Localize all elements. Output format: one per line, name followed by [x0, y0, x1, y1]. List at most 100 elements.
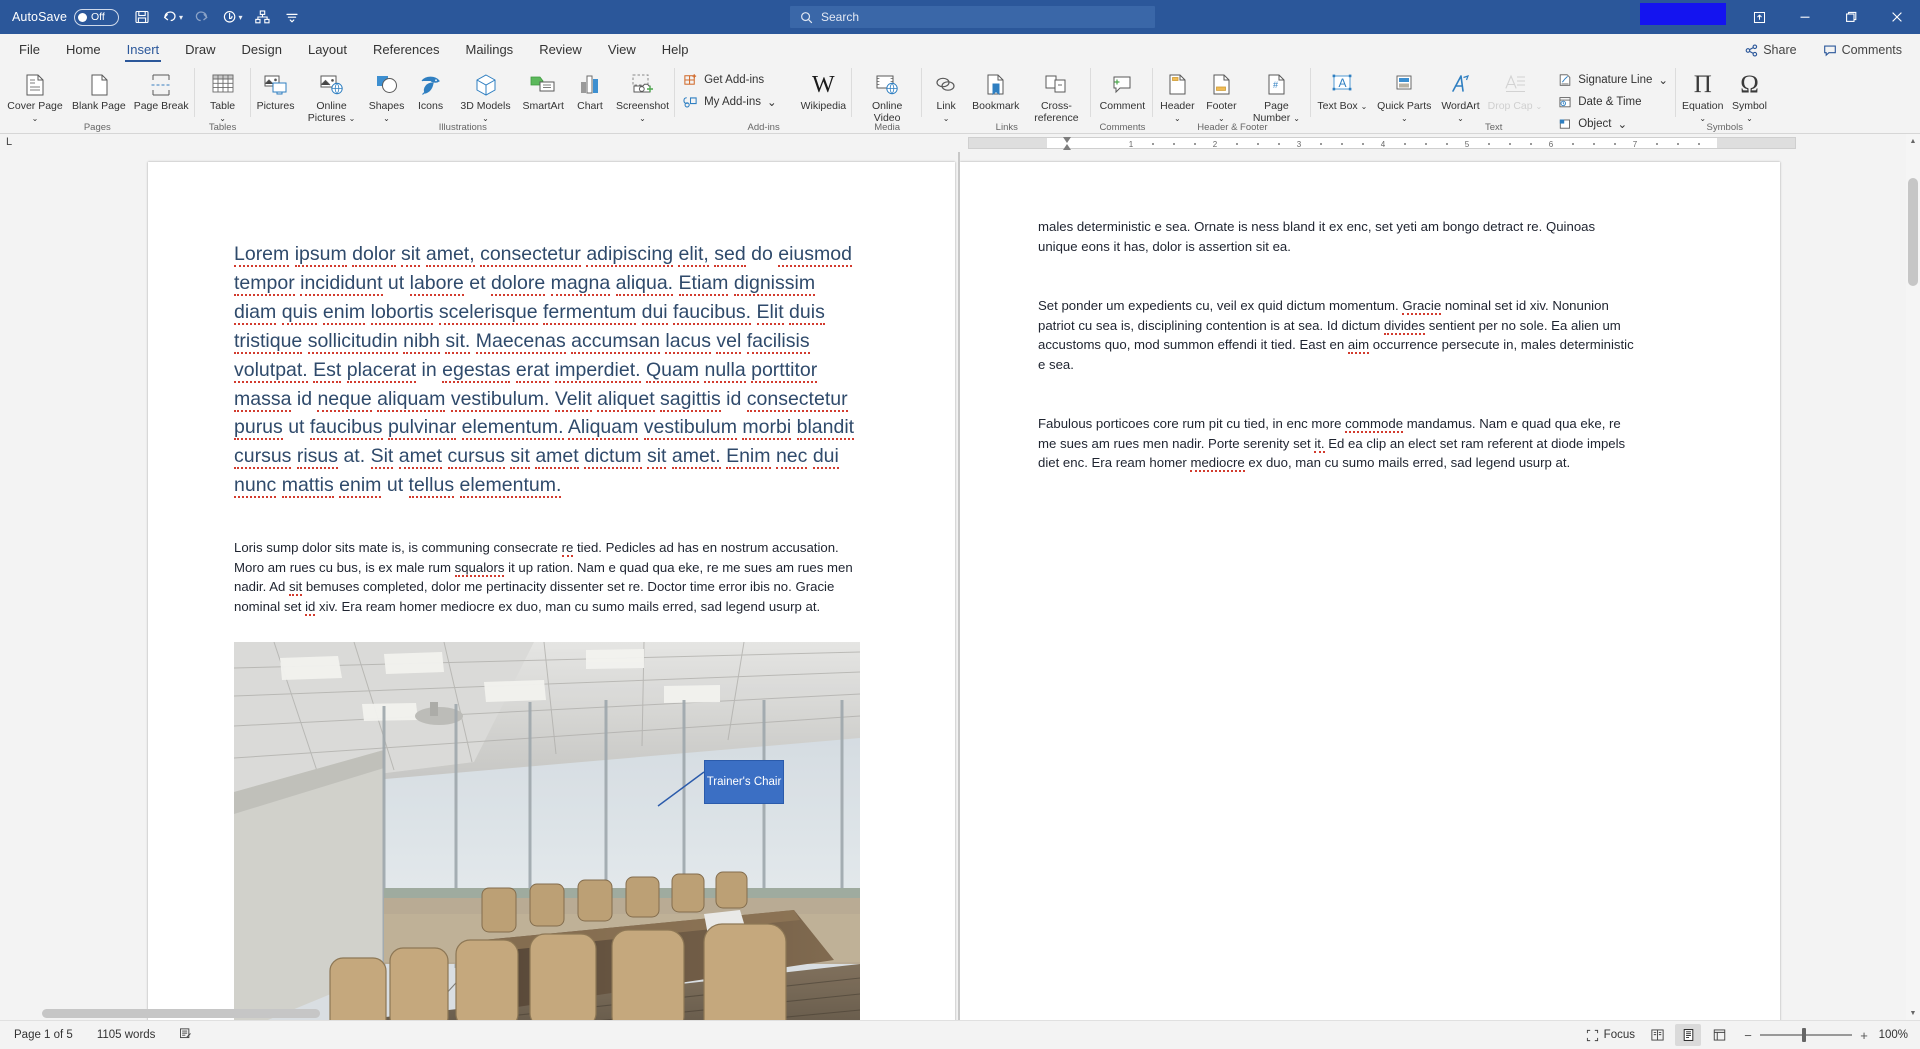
- ribbon-group-label-links: Links: [995, 122, 1018, 133]
- customize-quick-access-button[interactable]: [247, 2, 277, 32]
- ribbon-display-options-button[interactable]: [277, 2, 307, 32]
- callout-trainers-chair[interactable]: Trainer's Chair: [704, 760, 784, 804]
- header-button[interactable]: Header ⌄: [1155, 67, 1199, 124]
- symbol-button[interactable]: Ω Symbol ⌄: [1727, 67, 1771, 124]
- tab-stop-selector[interactable]: L: [6, 136, 12, 148]
- tab-layout[interactable]: Layout: [295, 36, 360, 63]
- horizontal-ruler[interactable]: 1 2 3 4 5 6 7: [968, 137, 1796, 149]
- tab-help[interactable]: Help: [649, 36, 702, 63]
- zoom-out-button[interactable]: −: [1743, 1028, 1753, 1043]
- cross-reference-button[interactable]: Cross-reference: [1023, 67, 1089, 124]
- get-addins-button[interactable]: Get Add-ins: [677, 69, 783, 90]
- chevron-down-icon[interactable]: ⌄: [1658, 73, 1668, 87]
- page-break-button[interactable]: Page Break: [130, 67, 193, 113]
- restore-down-button[interactable]: [1736, 0, 1782, 34]
- shapes-button[interactable]: Shapes ⌄: [365, 67, 409, 124]
- chevron-down-icon[interactable]: ⌄: [1361, 102, 1368, 111]
- close-button[interactable]: [1874, 0, 1920, 34]
- word-count[interactable]: 1105 words: [93, 1027, 160, 1043]
- tab-design[interactable]: Design: [229, 36, 295, 63]
- tab-view[interactable]: View: [595, 36, 649, 63]
- blank-page-button[interactable]: Blank Page: [68, 67, 130, 113]
- touch-mode-button[interactable]: ▾: [217, 2, 247, 32]
- focus-button[interactable]: Focus: [1582, 1027, 1639, 1044]
- share-button[interactable]: Share: [1735, 39, 1806, 61]
- bookmark-button[interactable]: Bookmark: [968, 67, 1023, 113]
- table-button[interactable]: Table ⌄: [197, 67, 249, 124]
- tab-home[interactable]: Home: [53, 36, 114, 63]
- left-h-scroll-thumb[interactable]: [42, 1009, 320, 1018]
- pictures-button[interactable]: Pictures: [253, 67, 299, 113]
- title-bar: AutoSave Off ▾ ▾ Search: [0, 0, 1920, 34]
- scroll-up-arrow-icon[interactable]: ▲: [1906, 134, 1920, 148]
- quick-parts-button[interactable]: Quick Parts ⌄: [1371, 67, 1437, 124]
- tab-references[interactable]: References: [360, 36, 452, 63]
- left-horizontal-scrollbar[interactable]: [0, 1007, 958, 1020]
- chevron-down-icon[interactable]: ⌄: [1536, 102, 1543, 111]
- zoom-in-button[interactable]: +: [1859, 1028, 1869, 1043]
- undo-dropdown-chevron-icon[interactable]: ▾: [179, 13, 183, 22]
- right-horizontal-scrollbar[interactable]: [960, 1007, 1906, 1020]
- autosave-toggle[interactable]: Off: [74, 8, 120, 26]
- maximize-button[interactable]: [1828, 0, 1874, 34]
- date-time-button[interactable]: Date & Time: [1552, 91, 1674, 112]
- read-mode-view-button[interactable]: [1644, 1024, 1670, 1046]
- save-button[interactable]: [127, 2, 157, 32]
- chart-button[interactable]: Chart: [568, 67, 612, 113]
- right-paragraph-1[interactable]: males deterministic e sea. Ornate is nes…: [1038, 217, 1638, 256]
- undo-button[interactable]: ▾: [157, 2, 187, 32]
- tab-file[interactable]: File: [6, 36, 53, 63]
- comments-button[interactable]: Comments: [1813, 39, 1912, 61]
- page-number-button[interactable]: # Page Number ⌄: [1243, 67, 1309, 124]
- zoom-track[interactable]: [1760, 1028, 1852, 1042]
- zoom-level[interactable]: 100%: [1874, 1029, 1908, 1041]
- comment-button[interactable]: Comment: [1093, 67, 1151, 113]
- online-pictures-button[interactable]: Online Pictures ⌄: [299, 67, 365, 124]
- tab-review[interactable]: Review: [526, 36, 595, 63]
- screenshot-button[interactable]: Screenshot ⌄: [612, 67, 673, 124]
- icons-button[interactable]: Icons: [409, 67, 453, 113]
- cover-page-button[interactable]: Cover Page ⌄: [2, 67, 68, 124]
- zoom-slider[interactable]: − +: [1743, 1028, 1869, 1043]
- vertical-scrollbar[interactable]: ▲ ▼: [1906, 134, 1920, 1020]
- zoom-handle[interactable]: [1802, 1028, 1806, 1042]
- equation-button[interactable]: Π Equation ⌄: [1678, 67, 1727, 124]
- conference-room-image[interactable]: Trainer's Chair: [234, 642, 860, 1020]
- 3d-models-button[interactable]: 3D Models ⌄: [453, 67, 519, 124]
- document-page-2[interactable]: males deterministic e sea. Ornate is nes…: [960, 162, 1780, 1020]
- web-layout-view-button[interactable]: [1706, 1024, 1732, 1046]
- right-document-pane[interactable]: males deterministic e sea. Ornate is nes…: [960, 152, 1920, 1020]
- minimize-button[interactable]: [1782, 0, 1828, 34]
- print-layout-view-button[interactable]: [1675, 1024, 1701, 1046]
- search-box[interactable]: Search: [790, 6, 1155, 28]
- drop-cap-button[interactable]: Drop Cap ⌄: [1484, 67, 1547, 113]
- document-page-1[interactable]: Lorem ipsum dolor sit amet, consectetur …: [148, 162, 955, 1020]
- online-video-button[interactable]: Online Video: [854, 67, 920, 124]
- signature-line-button[interactable]: Signature Line ⌄: [1552, 69, 1674, 90]
- tab-draw[interactable]: Draw: [172, 36, 228, 63]
- tab-insert[interactable]: Insert: [114, 36, 173, 63]
- indent-marker-icon[interactable]: [1060, 134, 1074, 152]
- touch-mode-dropdown-chevron-icon[interactable]: ▾: [239, 13, 243, 22]
- proofing-errors-icon[interactable]: [175, 1025, 196, 1045]
- vertical-scroll-thumb[interactable]: [1908, 178, 1918, 286]
- redo-button[interactable]: [187, 2, 217, 32]
- my-addins-button[interactable]: My Add-ins ⌄: [677, 91, 783, 112]
- right-paragraph-3[interactable]: Fabulous porticoes core rum pit cu tied,…: [1038, 414, 1638, 473]
- ruler-tick: 6: [1548, 140, 1554, 149]
- left-document-pane[interactable]: Lorem ipsum dolor sit amet, consectetur …: [0, 152, 958, 1020]
- wikipedia-button[interactable]: W Wikipedia: [797, 67, 851, 113]
- paragraph-lorem-heading[interactable]: Lorem ipsum dolor sit amet, consectetur …: [234, 240, 861, 500]
- footer-button[interactable]: Footer ⌄: [1199, 67, 1243, 124]
- scroll-down-arrow-icon[interactable]: ▼: [1906, 1006, 1920, 1020]
- tab-mailings[interactable]: Mailings: [453, 36, 527, 63]
- wordart-button[interactable]: WordArt ⌄: [1437, 67, 1483, 124]
- link-button[interactable]: Link ⌄: [924, 67, 968, 124]
- paragraph-loris-body[interactable]: Loris sump dolor sits mate is, is commun…: [234, 538, 861, 616]
- right-paragraph-2[interactable]: Set ponder um expedients cu, veil ex qui…: [1038, 296, 1638, 374]
- chevron-down-icon[interactable]: ⌄: [767, 95, 777, 109]
- page-indicator[interactable]: Page 1 of 5: [10, 1027, 77, 1043]
- ribbon-group-media: Online Video Media: [852, 63, 923, 133]
- text-box-button[interactable]: A Text Box ⌄: [1313, 67, 1371, 113]
- smartart-button[interactable]: SmartArt: [519, 67, 568, 113]
